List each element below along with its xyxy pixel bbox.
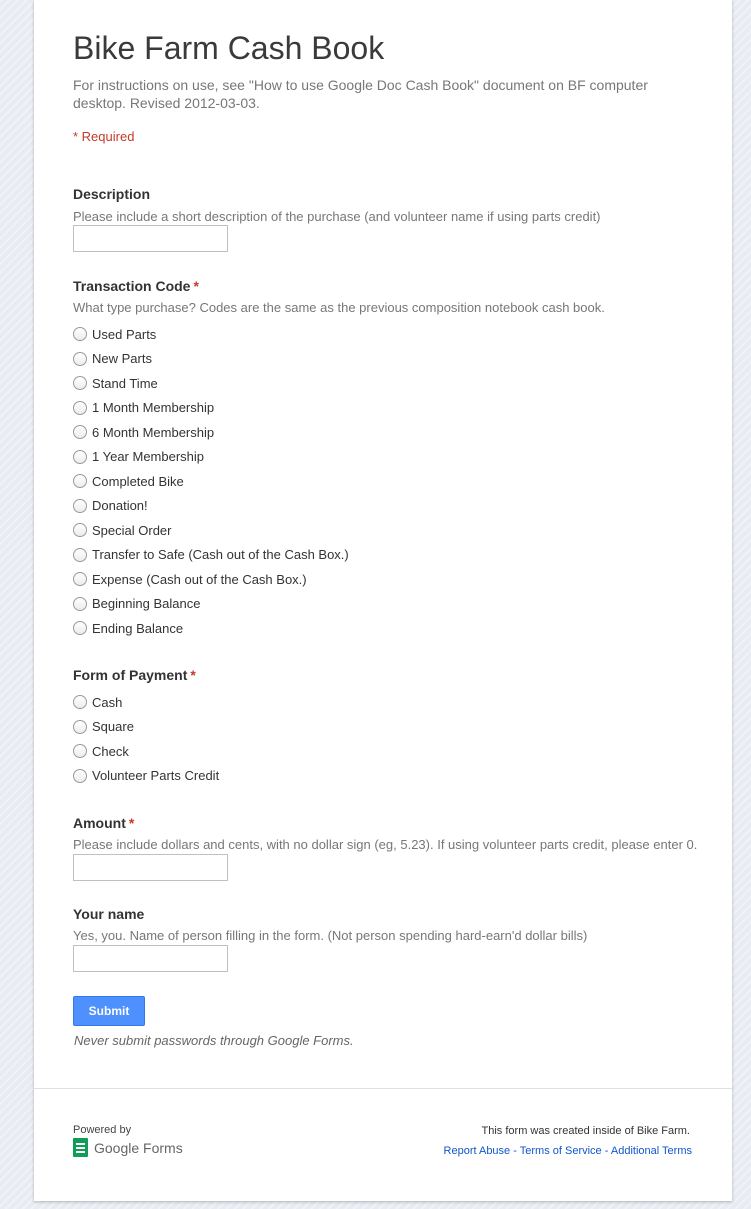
- question-label: Form of Payment: [73, 667, 188, 683]
- additional-terms-link[interactable]: Additional Terms: [611, 1145, 692, 1157]
- logo-text: Google Forms: [94, 1139, 183, 1156]
- radio-button[interactable]: [73, 425, 87, 440]
- radio-option[interactable]: Special Order: [73, 518, 349, 543]
- radio-option[interactable]: 1 Year Membership: [73, 445, 349, 470]
- question-label: Amount: [73, 815, 126, 831]
- required-star: *: [128, 815, 135, 831]
- question-help-amount: Please include dollars and cents, with n…: [73, 837, 698, 852]
- radio-button[interactable]: [73, 351, 87, 366]
- radio-label[interactable]: Square: [92, 719, 134, 734]
- question-help-description: Please include a short description of th…: [73, 209, 601, 224]
- radio-label[interactable]: Volunteer Parts Credit: [92, 768, 219, 783]
- question-title-transaction-code: Transaction Code *: [73, 278, 199, 294]
- radio-label[interactable]: Beginning Balance: [92, 596, 200, 611]
- radio-button[interactable]: [73, 498, 87, 513]
- link-separator: -: [604, 1145, 609, 1157]
- radio-label[interactable]: Expense (Cash out of the Cash Box.): [92, 572, 307, 587]
- your-name-input[interactable]: [73, 945, 228, 972]
- radio-button[interactable]: [73, 621, 87, 636]
- radio-button[interactable]: [73, 400, 87, 415]
- radio-button[interactable]: [73, 572, 87, 587]
- radio-option[interactable]: New Parts: [73, 347, 349, 372]
- question-label: Transaction Code: [73, 278, 191, 294]
- question-label: Description: [73, 186, 151, 202]
- question-title-your-name: Your name: [73, 906, 144, 922]
- radio-option[interactable]: Check: [73, 739, 219, 764]
- radio-label[interactable]: 6 Month Membership: [92, 425, 214, 440]
- radio-option[interactable]: Stand Time: [73, 371, 349, 396]
- radio-option[interactable]: Cash: [73, 690, 219, 715]
- question-title-amount: Amount *: [73, 815, 134, 831]
- radio-option[interactable]: Volunteer Parts Credit: [73, 764, 219, 789]
- question-title-payment: Form of Payment *: [73, 667, 196, 683]
- radio-label[interactable]: Check: [92, 744, 129, 759]
- radio-button[interactable]: [73, 547, 87, 562]
- question-label: Your name: [73, 906, 145, 922]
- radio-option[interactable]: Donation!: [73, 494, 349, 519]
- radio-label[interactable]: Ending Balance: [92, 621, 183, 636]
- radio-option[interactable]: Expense (Cash out of the Cash Box.): [73, 567, 349, 592]
- powered-by-label: Powered by: [73, 1124, 132, 1136]
- radio-button[interactable]: [73, 474, 87, 489]
- terms-of-service-link[interactable]: Terms of Service: [520, 1145, 602, 1157]
- radio-label[interactable]: Special Order: [92, 523, 171, 538]
- radio-button[interactable]: [73, 744, 87, 759]
- required-star: *: [190, 667, 196, 683]
- radio-option[interactable]: 1 Month Membership: [73, 396, 349, 421]
- footer-divider: [34, 1088, 732, 1089]
- form-sheet: Bike Farm Cash Book For instructions on …: [34, 0, 732, 1201]
- link-separator: -: [513, 1145, 517, 1157]
- radio-button[interactable]: [73, 695, 87, 710]
- radio-label[interactable]: Donation!: [92, 498, 148, 513]
- radio-option[interactable]: Transfer to Safe (Cash out of the Cash B…: [73, 543, 349, 568]
- radio-button[interactable]: [73, 719, 87, 734]
- radio-label[interactable]: Completed Bike: [92, 474, 184, 489]
- google-forms-logo[interactable]: Google Forms: [73, 1138, 183, 1157]
- question-help-transaction-code: What type purchase? Codes are the same a…: [73, 300, 605, 315]
- radio-label[interactable]: Transfer to Safe (Cash out of the Cash B…: [92, 547, 349, 562]
- radio-button[interactable]: [73, 596, 87, 611]
- radio-option[interactable]: Beginning Balance: [73, 592, 349, 617]
- radio-option[interactable]: 6 Month Membership: [73, 420, 349, 445]
- radio-label[interactable]: New Parts: [92, 351, 152, 366]
- radio-button[interactable]: [73, 327, 87, 342]
- payment-options: Cash Square Check Volunteer Parts Credit: [73, 690, 219, 788]
- radio-option[interactable]: Square: [73, 715, 219, 740]
- radio-button[interactable]: [73, 376, 87, 391]
- radio-option[interactable]: Used Parts: [73, 322, 349, 347]
- radio-label[interactable]: 1 Month Membership: [92, 400, 214, 415]
- form-description: For instructions on use, see "How to use…: [73, 77, 648, 111]
- amount-input[interactable]: [73, 854, 228, 881]
- footer-links: Report Abuse - Terms of Service - Additi…: [444, 1145, 692, 1157]
- required-note: * Required: [73, 129, 135, 144]
- password-warning: Never submit passwords through Google Fo…: [74, 1033, 354, 1048]
- question-help-your-name: Yes, you. Name of person filling in the …: [73, 928, 588, 943]
- google-forms-icon: [73, 1138, 88, 1157]
- radio-label[interactable]: Stand Time: [92, 376, 158, 391]
- form-title: Bike Farm Cash Book: [73, 30, 385, 66]
- radio-button[interactable]: [73, 768, 87, 783]
- report-abuse-link[interactable]: Report Abuse: [444, 1145, 511, 1157]
- radio-label[interactable]: Cash: [92, 695, 122, 710]
- created-note: This form was created inside of Bike Far…: [481, 1125, 690, 1137]
- question-title-description: Description: [73, 186, 150, 202]
- transaction-code-options: Used Parts New Parts Stand Time 1 Month …: [73, 322, 349, 641]
- radio-button[interactable]: [73, 449, 87, 464]
- radio-option[interactable]: Ending Balance: [73, 616, 349, 641]
- radio-button[interactable]: [73, 523, 87, 538]
- submit-button[interactable]: Submit: [73, 996, 145, 1026]
- required-star: *: [193, 278, 199, 294]
- radio-label[interactable]: 1 Year Membership: [92, 449, 204, 464]
- radio-label[interactable]: Used Parts: [92, 327, 156, 342]
- radio-option[interactable]: Completed Bike: [73, 469, 349, 494]
- description-input[interactable]: [73, 225, 228, 252]
